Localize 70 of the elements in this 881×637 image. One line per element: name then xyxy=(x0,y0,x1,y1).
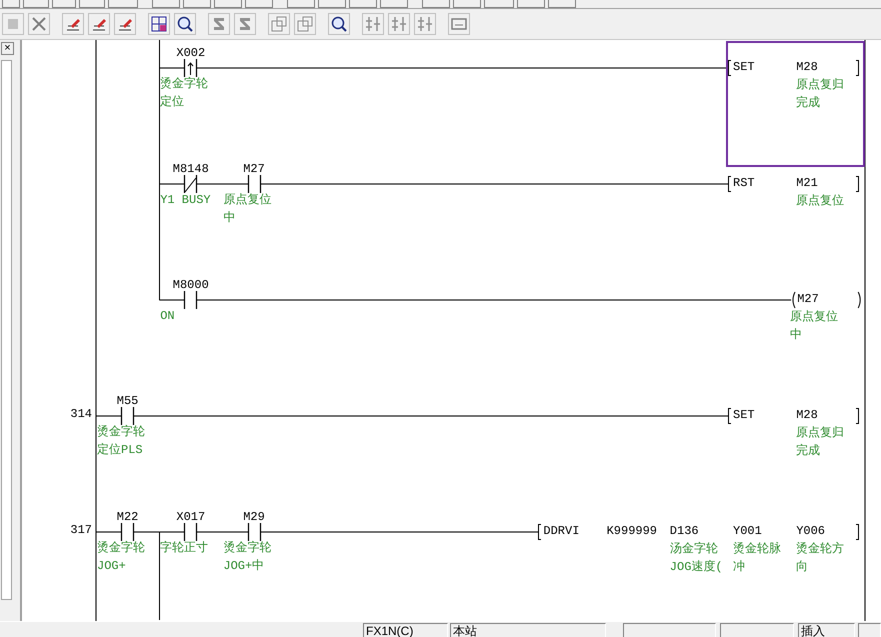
operand-label: M28 xyxy=(796,408,818,422)
device-comment: 原点复归完成 xyxy=(796,77,846,112)
device-comment: 汤金字轮JOG速度( xyxy=(670,540,724,576)
station-label: 本站 xyxy=(450,623,606,637)
device-label: M27 xyxy=(242,162,266,176)
toolbar-icon[interactable] xyxy=(62,13,84,35)
operand-label: D136 xyxy=(670,524,699,538)
toolbar-icon[interactable] xyxy=(174,13,196,35)
function-key-button[interactable] xyxy=(517,0,545,8)
function-key-button[interactable] xyxy=(422,0,450,8)
device-comment: 字轮正寸 xyxy=(160,540,210,557)
instruction-bracket xyxy=(856,408,860,424)
step-number: 314 xyxy=(69,407,92,421)
instruction-bracket xyxy=(728,60,731,76)
device-comment: 烫金轮方向 xyxy=(796,540,846,576)
device-comment: 烫金字轮定位PLS xyxy=(97,424,146,459)
toolbar-icon[interactable] xyxy=(114,13,136,35)
device-comment: 烫金轮脉冲 xyxy=(733,541,782,576)
operand-label: K999999 xyxy=(606,524,658,538)
close-button[interactable]: × xyxy=(1,42,14,55)
device-label: M29 xyxy=(242,510,266,524)
function-key-button[interactable] xyxy=(484,0,514,8)
device-label: X017 xyxy=(175,510,206,524)
operand-label: Y006 xyxy=(796,524,825,538)
function-key-button[interactable] xyxy=(318,0,346,8)
device-label: X002 xyxy=(175,46,206,60)
function-key-button[interactable] xyxy=(349,0,377,8)
instruction-bracket xyxy=(856,524,860,540)
device-comment: ON xyxy=(160,308,176,325)
operand-label: M28 xyxy=(796,60,818,74)
device-comment: 烫金字轮JOG+中 xyxy=(223,540,272,575)
device-comment: 原点复位中 xyxy=(223,192,272,227)
function-key-button[interactable] xyxy=(79,0,105,8)
function-key-button[interactable] xyxy=(380,0,408,8)
toolbar-icon[interactable] xyxy=(328,13,350,35)
toolbar-icon[interactable] xyxy=(148,13,170,35)
device-comment: 原点复归完成 xyxy=(796,425,846,460)
device-label: M8000 xyxy=(172,278,210,292)
function-key-button[interactable] xyxy=(214,0,242,8)
device-comment: 原点复位 xyxy=(796,193,846,210)
instruction-bracket xyxy=(856,60,860,76)
instruction-name: SET xyxy=(733,408,755,422)
step-number: 317 xyxy=(69,523,92,537)
function-key-button[interactable] xyxy=(52,0,76,8)
device-comment: Y1 BUSY xyxy=(160,192,212,209)
status-cell xyxy=(858,623,881,637)
operand-label: M21 xyxy=(796,176,818,190)
device-label: M8148 xyxy=(172,162,210,176)
device-comment: 原点复位中 xyxy=(790,309,840,344)
mode-label: 插入 xyxy=(798,623,855,637)
toolbar-icon[interactable] xyxy=(88,13,110,35)
instruction-name: DDRVI xyxy=(543,524,580,538)
function-key-button[interactable] xyxy=(183,0,211,8)
function-key-button[interactable] xyxy=(2,0,20,8)
device-label: M55 xyxy=(116,394,140,408)
coil-label: M27 xyxy=(797,292,819,306)
device-comment: 烫金字轮定位 xyxy=(160,76,210,111)
function-key-button[interactable] xyxy=(548,0,576,8)
function-key-button[interactable] xyxy=(453,0,481,8)
instruction-name: SET xyxy=(733,60,755,74)
function-key-button[interactable] xyxy=(152,0,180,8)
device-comment: 烫金字轮JOG+ xyxy=(97,540,146,575)
function-key-button[interactable] xyxy=(245,0,273,8)
function-key-button[interactable] xyxy=(23,0,49,8)
operand-label: Y001 xyxy=(733,524,762,538)
instruction-name: RST xyxy=(733,176,755,190)
function-key-button[interactable] xyxy=(108,0,138,8)
device-label: M22 xyxy=(116,510,140,524)
instruction-bracket xyxy=(856,176,860,192)
function-key-button[interactable] xyxy=(287,0,315,8)
